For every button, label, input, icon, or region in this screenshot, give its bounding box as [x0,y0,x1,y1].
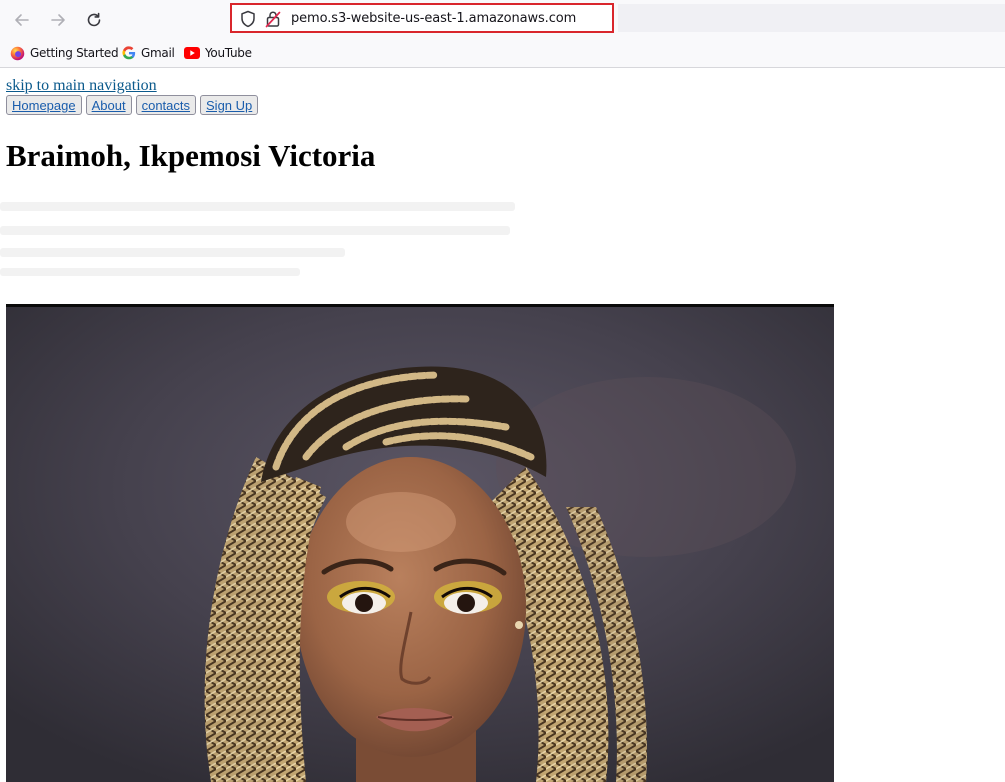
bookmark-getting-started[interactable]: Getting Started [10,44,119,62]
address-bar-extension[interactable] [618,4,1005,32]
profile-photo [6,304,834,782]
nav-about-button[interactable]: About [85,95,132,115]
bookmark-gmail[interactable]: Gmail [122,44,175,62]
reload-button[interactable] [82,8,106,32]
browser-toolbar: pemo.s3-website-us-east-1.amazonaws.com [0,0,1005,40]
bookmark-youtube[interactable]: YouTube [184,44,252,62]
address-bar[interactable]: pemo.s3-website-us-east-1.amazonaws.com [230,3,614,33]
nav-homepage-button[interactable]: Homepage [6,95,82,115]
reload-icon [87,12,101,27]
google-icon [122,46,136,60]
shield-icon[interactable] [240,10,256,28]
forward-button[interactable] [46,8,70,32]
youtube-icon [184,47,200,59]
firefox-icon [10,46,25,60]
url-text[interactable]: pemo.s3-website-us-east-1.amazonaws.com [291,11,576,26]
bookmarks-bar: Getting Started Gmail YouTube [0,40,1005,68]
nav-signup-button[interactable]: Sign Up [200,95,259,115]
portrait-illustration [6,307,834,782]
page-title: Braimoh, Ikpemosi Victoria [6,138,376,173]
arrow-right-icon [51,14,65,26]
nav-contacts-button[interactable]: contacts [135,95,197,115]
main-nav: Homepage About contacts Sign Up [6,95,259,115]
bookmark-label: Getting Started [30,46,119,60]
bookmark-label: YouTube [205,46,252,60]
bookmark-label: Gmail [141,46,175,60]
skip-link[interactable]: skip to main navigation [6,77,157,95]
arrow-left-icon [15,14,29,26]
insecure-lock-icon[interactable] [265,10,281,28]
back-button[interactable] [10,8,34,32]
page-content: skip to main navigation Homepage About c… [0,68,1005,782]
faded-text-block [0,202,515,276]
